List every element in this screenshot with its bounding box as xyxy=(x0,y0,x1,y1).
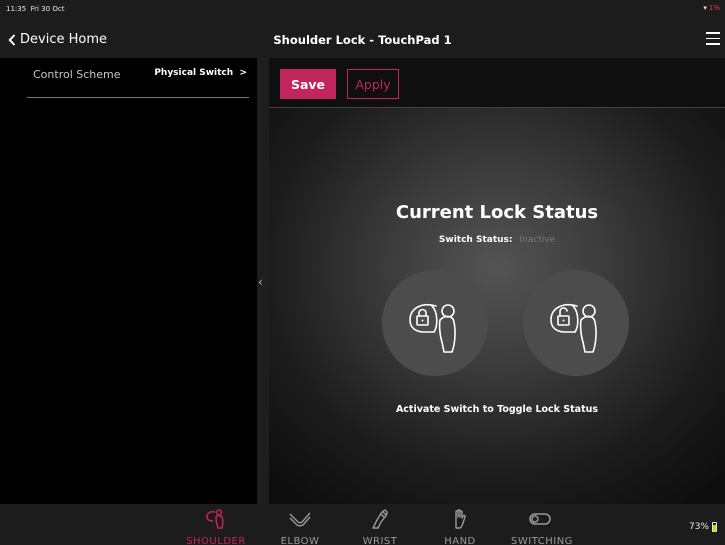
menu-icon[interactable] xyxy=(706,32,720,46)
toolbar: Save Apply xyxy=(269,58,725,108)
elbow-icon xyxy=(289,512,311,527)
nav-bar: Device Home Shoulder Lock - TouchPad 1 xyxy=(0,20,725,58)
collapse-sidebar-handle[interactable]: ‹ xyxy=(257,58,269,504)
shoulder-unlocked-icon xyxy=(550,304,597,353)
apply-button[interactable]: Apply xyxy=(347,69,399,99)
sidebar-item-label: Control Scheme xyxy=(33,68,121,81)
tab-label: ELBOW xyxy=(280,536,320,545)
unlocked-state-button[interactable] xyxy=(523,270,629,376)
tab-label: SWITCHING xyxy=(511,536,573,545)
tab-bar: SHOULDER ELBOW WRIST HAND SWITCHING 73% xyxy=(0,504,725,545)
sidebar: Control Scheme Physical Switch > xyxy=(0,58,257,504)
instruction-text: Activate Switch to Toggle Lock Status xyxy=(395,404,599,415)
chevron-left-icon: ‹ xyxy=(258,275,263,289)
sidebar-item-control-scheme[interactable]: Control Scheme Physical Switch > xyxy=(27,58,249,98)
switch-status: Switch Status: Inactive xyxy=(269,235,725,245)
save-button[interactable]: Save xyxy=(280,69,336,99)
locked-state-button[interactable] xyxy=(382,270,488,376)
system-indicators: ▾ 1% xyxy=(703,4,720,12)
tab-shoulder[interactable]: SHOULDER xyxy=(176,504,256,545)
main-content: Save Apply Current Lock Status Switch St… xyxy=(269,58,725,504)
page-title: Shoulder Lock - TouchPad 1 xyxy=(273,33,452,47)
battery-percent: 73% xyxy=(688,522,709,532)
toggle-icon xyxy=(529,513,551,525)
lock-status-title: Current Lock Status xyxy=(395,202,599,223)
switch-status-label: Switch Status: xyxy=(438,235,513,245)
wifi-icon: ▾ xyxy=(703,4,707,12)
sidebar-item-value: Physical Switch > xyxy=(154,68,247,78)
wrist-icon xyxy=(372,509,388,529)
tab-elbow[interactable]: ELBOW xyxy=(260,504,340,545)
status-bar: 11:35 Fri 30 Oct ▾ 1% xyxy=(0,0,725,20)
tab-label: HAND xyxy=(444,536,476,545)
hand-icon xyxy=(455,509,466,529)
battery-icon xyxy=(712,522,717,532)
tab-hand[interactable]: HAND xyxy=(420,504,500,545)
tab-wrist[interactable]: WRIST xyxy=(340,504,420,545)
shoulder-locked-icon xyxy=(409,304,456,353)
tab-label: SHOULDER xyxy=(186,536,246,545)
tab-label: WRIST xyxy=(362,536,398,545)
device-battery-percent: 1% xyxy=(708,4,720,12)
shoulder-icon xyxy=(206,509,224,529)
status-time: 11:35 Fri 30 Oct xyxy=(6,5,65,13)
switch-status-value: Inactive xyxy=(519,235,556,245)
battery-indicator: 73% xyxy=(689,522,717,532)
tab-switching[interactable]: SWITCHING xyxy=(500,504,584,545)
